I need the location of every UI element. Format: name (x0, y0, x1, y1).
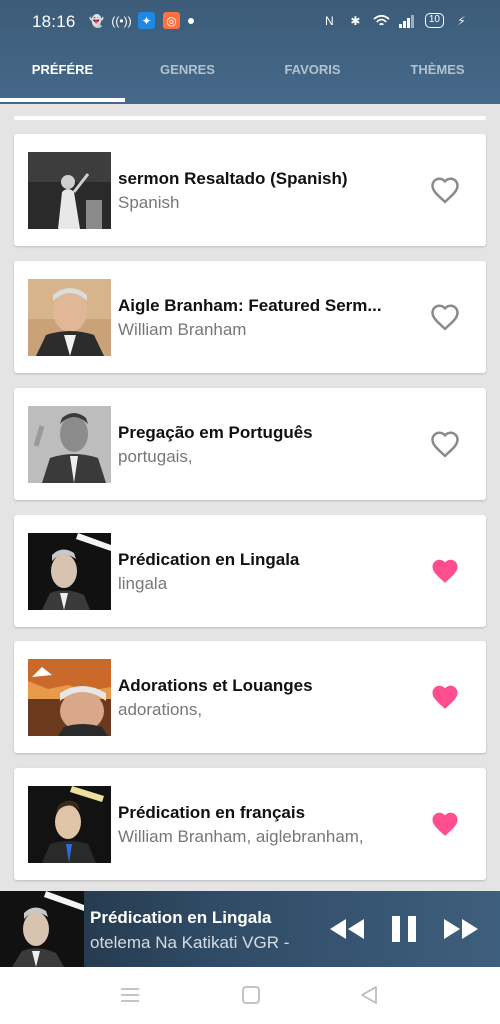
tab-genres[interactable]: GENRES (125, 52, 250, 104)
status-time: 18:16 (32, 12, 76, 31)
battery-icon: 10 (424, 13, 444, 28)
player-subtitle: otelema Na Katikati VGR - (90, 933, 290, 952)
item-subtitle: William Branham (118, 320, 247, 339)
heart-outline-icon[interactable] (430, 303, 460, 331)
home-icon[interactable] (240, 986, 262, 1004)
list-item[interactable]: Prédication en français William Branham,… (14, 768, 486, 880)
item-thumbnail (28, 786, 111, 863)
item-subtitle: William Branham, aiglebranham, (118, 827, 364, 846)
tab-themes[interactable]: THÈMES (375, 52, 500, 104)
heart-filled-icon[interactable] (430, 683, 460, 711)
app-notification-icon: ✦ (138, 12, 155, 29)
item-thumbnail (28, 406, 111, 483)
item-title: sermon Resaltado (Spanish) (118, 169, 348, 188)
item-title: Prédication en français (118, 803, 306, 822)
item-thumbnail (28, 659, 111, 736)
tab-prefere[interactable]: PRÉFÉRE (0, 52, 125, 104)
item-subtitle: adorations, (118, 700, 203, 719)
item-thumbnail (28, 279, 111, 356)
active-tab-indicator (0, 98, 125, 102)
heart-outline-icon[interactable] (430, 176, 460, 204)
list-top-edge (14, 116, 486, 120)
item-title: Prédication en Lingala (118, 550, 300, 569)
rewind-icon[interactable] (328, 913, 366, 945)
pause-icon[interactable] (389, 913, 419, 945)
bluetooth-icon: ✱ (350, 13, 361, 28)
system-navigation-bar (0, 967, 500, 1024)
heart-outline-icon[interactable] (430, 430, 460, 458)
mini-player[interactable]: Prédication en Lingala otelema Na Katika… (0, 891, 500, 967)
tab-bar: PRÉFÉRE GENRES FAVORIS THÈMES (0, 52, 500, 104)
more-notifications-dot (188, 17, 194, 24)
tab-favoris[interactable]: FAVORIS (250, 52, 375, 104)
item-thumbnail (28, 152, 111, 229)
status-bar: 18:16 👻 ((•)) ✦ ◎ N ✱ 10 ⚡ (0, 0, 500, 44)
notification-icons: 👻 ((•)) ✦ ◎ (88, 12, 194, 29)
list-item[interactable]: Adorations et Louanges adorations, (14, 641, 486, 753)
system-icons: N ✱ 10 ⚡ (321, 12, 470, 29)
list-item[interactable]: Aigle Branham: Featured Serm... William … (14, 261, 486, 373)
nfc-icon: N (325, 13, 334, 28)
back-icon[interactable] (358, 986, 380, 1004)
item-title: Pregação em Português (118, 423, 313, 442)
wifi-icon (373, 12, 390, 29)
fast-forward-icon[interactable] (442, 913, 480, 945)
item-subtitle: Spanish (118, 193, 180, 212)
signal-icon (399, 12, 416, 29)
app-header: 18:16 👻 ((•)) ✦ ◎ N ✱ 10 ⚡ PRÉFÉRE GENRE… (0, 0, 500, 104)
player-title: Prédication en Lingala (90, 908, 272, 927)
item-title: Adorations et Louanges (118, 676, 313, 695)
charging-icon: ⚡ (457, 13, 466, 28)
item-subtitle: lingala (118, 574, 168, 593)
list-item[interactable]: sermon Resaltado (Spanish) Spanish (14, 134, 486, 246)
snapchat-icon: 👻 (89, 13, 104, 28)
item-title: Aigle Branham: Featured Serm... (118, 296, 382, 315)
list-item[interactable]: Prédication en Lingala lingala (14, 515, 486, 627)
item-thumbnail (28, 533, 111, 610)
hotspot-icon: ((•)) (111, 13, 132, 28)
player-thumbnail (0, 891, 84, 967)
item-subtitle: portugais, (118, 447, 193, 466)
heart-filled-icon[interactable] (430, 557, 460, 585)
app-notification-icon-2: ◎ (163, 12, 180, 29)
heart-filled-icon[interactable] (430, 810, 460, 838)
list-item[interactable]: Pregação em Português portugais, (14, 388, 486, 500)
recent-apps-icon[interactable] (119, 986, 141, 1004)
